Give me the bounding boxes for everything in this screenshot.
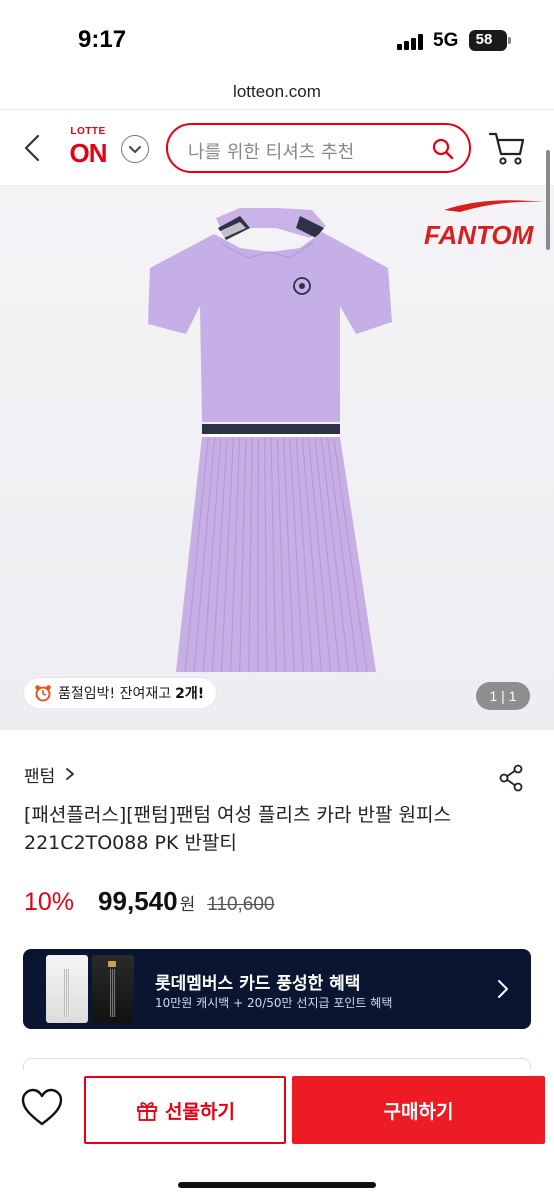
product-title-line1: [패션플러스][팬텀]팬텀 여성 플리츠 카라 반팔 원피스 [24,804,451,826]
home-indicator[interactable] [178,1182,376,1188]
share-icon[interactable] [498,764,524,792]
heart-icon[interactable] [20,1088,64,1128]
chevron-down-icon [129,146,141,153]
logo-top-text: LOTTE [70,126,106,137]
alarm-clock-icon [35,685,51,702]
card-benefit-banner[interactable]: 롯데멤버스 카드 풍성한 혜택 10만원 캐시백 + 20/50만 선지급 포인… [23,949,531,1029]
svg-text:FANTOM: FANTOM [424,220,535,250]
chevron-right-icon [66,768,75,780]
back-button[interactable] [18,130,48,166]
battery-level-text: 58 [475,31,493,48]
mall-dropdown-button[interactable] [121,135,149,163]
original-price: 110,600 [207,894,275,915]
image-counter: 1 | 1 [476,682,530,710]
stock-alert-text: 품절임박! 잔여재고 [58,686,172,702]
status-bar: 9:17 5G 58 [0,0,554,78]
bottom-action-bar: 선물하기 구매하기 [0,1070,554,1200]
product-title-line2: 221C2TO088 PK 반팔티 [24,832,237,854]
logo-main-text: ON [69,138,108,168]
card-banner-title: 롯데멤버스 카드 풍성한 혜택 [155,974,361,994]
gift-button-label: 선물하기 [165,1100,235,1123]
product-title: [패션플러스][팬텀]팬텀 여성 플리츠 카라 반팔 원피스 221C2TO08… [24,801,534,857]
price-row: 10% 99,540 원 110,600 [24,886,275,926]
cart-button[interactable] [488,130,526,166]
search-placeholder: 나를 위한 티셔츠 추천 [188,142,355,163]
dress-illustration [148,208,392,673]
signal-icon [397,34,425,50]
url-bar[interactable]: lotteon.com [0,78,554,110]
search-input[interactable]: 나를 위한 티셔츠 추천 [166,123,471,173]
gift-button[interactable]: 선물하기 [84,1076,286,1144]
chevron-right-icon [498,980,508,998]
buy-button-label: 구매하기 [383,1100,454,1123]
status-time: 9:17 [78,26,127,53]
brand-name: 팬텀 [24,766,56,787]
buy-button[interactable]: 구매하기 [292,1076,545,1144]
fantom-logo-image: FANTOM [424,200,544,250]
card-banner-subtitle: 10만원 캐시백 + 20/50만 선지급 포인트 혜택 [155,996,393,1010]
cart-icon [488,132,525,165]
brand-link[interactable]: 팬텀 [24,762,75,787]
search-icon[interactable] [431,137,455,161]
credit-card-image-black [92,955,134,1023]
price-currency: 원 [179,895,196,915]
gift-icon [137,1102,157,1121]
sale-price: 99,540 [98,886,178,916]
url-text: lotteon.com [233,82,321,101]
product-image[interactable]: FANTOM 품절임박! 잔여재고 2개! 1 | 1 [0,186,554,730]
network-label: 5G [433,30,459,51]
chevron-left-icon [24,134,40,162]
credit-card-image-white [46,955,88,1023]
app-header: LOTTE ON 나를 위한 티셔츠 추천 [0,110,554,186]
stock-alert-badge: 품절임박! 잔여재고 2개! [24,678,217,708]
lotte-on-logo[interactable]: LOTTE ON [62,126,114,172]
battery-icon: 58 [469,30,511,51]
discount-rate: 10% [24,888,75,916]
scrollbar[interactable] [546,150,550,250]
stock-count: 2개! [175,686,205,702]
